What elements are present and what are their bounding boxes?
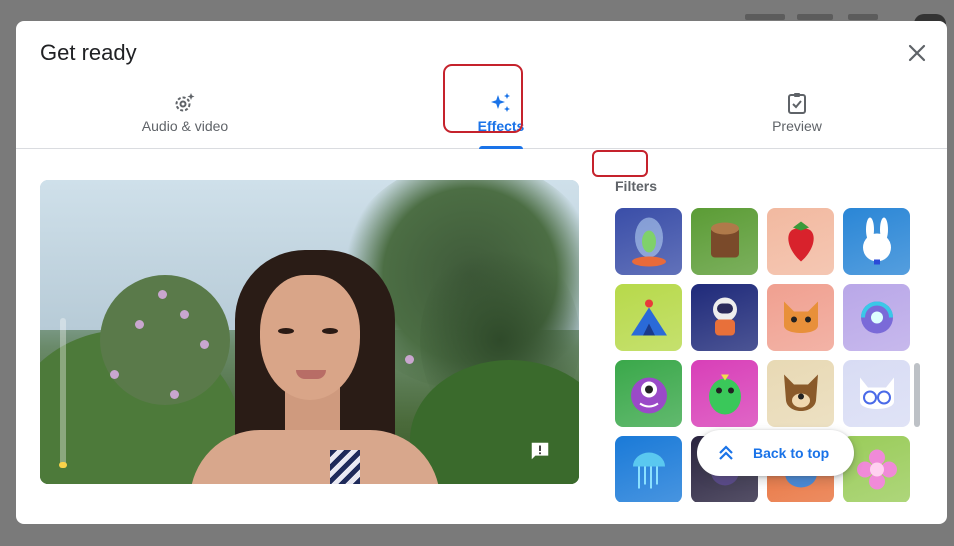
tent-icon [627,296,671,345]
dog-icon [778,371,824,422]
filters-scrollbar[interactable] [914,363,920,427]
close-icon[interactable] [905,41,929,65]
filter-tile-one-eyed-monster[interactable] [615,360,682,427]
astronaut-icon [705,294,745,347]
jellyfish-icon [629,447,669,498]
mic-level-fill [59,462,67,468]
tab-label: Effects [477,118,525,134]
tab-audio-video[interactable]: Audio & video [100,83,270,149]
cat-glasses-icon [854,374,900,419]
flower [200,340,209,349]
back-to-top-label: Back to top [753,445,830,461]
filter-tile-green-dino[interactable] [691,360,758,427]
filter-tile-astronaut[interactable] [691,284,758,351]
person-face [260,275,360,400]
dialog-title: Get ready [40,40,137,65]
tab-label: Preview [772,118,822,134]
flower [170,390,179,399]
background-text [745,14,785,20]
flower [405,355,414,364]
bunny-icon [857,217,897,271]
flower [158,290,167,299]
filter-tile-jellyfish[interactable] [615,436,682,502]
filter-tile-cat-face[interactable] [767,284,834,351]
mic-level-meter [59,318,67,468]
filter-tile-bunny[interactable] [843,208,910,275]
filter-tile-circus-tent[interactable] [615,284,682,351]
filter-tile-tree-stump[interactable] [691,208,758,275]
filters-heading: Filters [615,178,658,194]
tab-bar: Audio & video Effects Preview [16,83,947,149]
stump-icon [705,220,745,269]
flower-icon [855,448,899,497]
active-tab-indicator [479,146,523,149]
feedback-icon[interactable] [529,440,551,462]
double-chevron-up-icon [719,445,733,460]
filter-tile-alien-in-jar[interactable] [615,208,682,275]
headphones-icon [855,296,899,345]
filter-tile-headphones-character[interactable] [843,284,910,351]
camera-preview [40,180,579,484]
background-text [848,14,878,20]
tab-label: Audio & video [141,118,229,134]
audio-video-settings-icon [175,93,195,112]
flower [110,370,119,379]
person-eye [322,328,338,334]
clothing-strap [330,450,360,484]
alien-icon [629,216,669,273]
dino-icon [705,371,745,422]
monster-icon [626,372,672,421]
clipboard-check-icon [788,93,806,114]
person-eye [278,328,294,334]
get-ready-dialog: Get ready Audio & video Effects Preview … [16,21,947,524]
filter-tile-strawberry[interactable] [767,208,834,275]
filter-tile-dog-face[interactable] [767,360,834,427]
person-lips [296,370,326,379]
tab-preview[interactable]: Preview [712,83,882,149]
tab-effects[interactable]: Effects [416,83,586,149]
strawberry-icon [783,220,819,269]
sparkle-icon [491,93,510,112]
flower [135,320,144,329]
person-shoulders [190,430,440,484]
background-text [797,14,833,20]
cat-icon [778,296,824,345]
back-to-top-button[interactable]: Back to top [697,430,854,476]
filter-tile-cat-glasses[interactable] [843,360,910,427]
flower [180,310,189,319]
